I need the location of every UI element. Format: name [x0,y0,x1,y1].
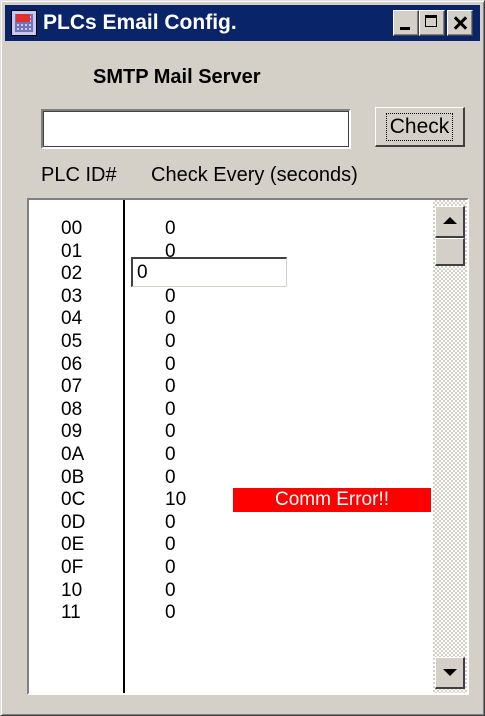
plc-id-cell: 0C [61,489,86,511]
check-every-edit-field[interactable] [131,257,287,288]
table-row[interactable]: 0A 0 [29,444,429,466]
minimize-icon[interactable] [393,10,419,36]
plc-id-cell: 10 [61,579,83,601]
scrollbar-thumb[interactable] [435,238,465,266]
maximize-icon[interactable] [419,10,445,36]
plc-id-cell: 0B [61,466,85,488]
plc-id-cell: 01 [61,240,83,262]
vertical-scrollbar[interactable] [433,200,467,693]
check-every-cell[interactable]: 0 [165,354,176,376]
plc-id-cell: 0A [61,444,85,465]
check-every-cell[interactable]: 0 [165,286,176,308]
title-bar[interactable]: PLCs Email Config. [5,5,480,41]
check-every-cell[interactable]: 10 [165,489,186,511]
table-row[interactable]: 00 0 [29,218,429,240]
check-every-cell[interactable]: 0 [165,580,176,602]
check-button-label: Check [385,112,454,141]
table-row[interactable]: 0E 0 [29,534,429,556]
table-row[interactable]: 0F 0 [29,557,429,579]
plc-id-column-header: PLC ID# [41,164,117,186]
plc-id-cell: 02 [61,263,83,285]
check-every-cell[interactable]: 0 [165,218,176,240]
plc-list[interactable]: 000010020300400500600700800900A00B00C10C… [27,198,469,695]
table-row[interactable]: 0C 10 Comm Error!! [29,488,431,513]
check-every-cell[interactable]: 0 [165,399,176,421]
check-every-cell[interactable]: 0 [165,444,176,466]
table-row[interactable]: 03 0 [29,286,429,308]
table-row[interactable]: 07 0 [29,376,429,398]
table-row[interactable]: 05 0 [29,331,429,353]
check-every-cell[interactable]: 0 [165,376,176,398]
close-icon[interactable] [447,10,473,36]
check-every-column-header: Check Every (seconds) [151,164,358,186]
plc-id-cell: 00 [61,218,83,239]
plc-id-cell: 05 [61,331,83,352]
plc-id-cell: 11 [61,602,81,624]
table-row[interactable]: 11 0 [29,602,429,624]
scroll-down-icon[interactable] [435,657,465,689]
table-row[interactable]: 0B 0 [29,467,429,489]
check-every-cell[interactable]: 0 [165,467,176,489]
check-every-cell[interactable]: 0 [165,557,176,579]
check-button[interactable]: Check [375,107,465,147]
table-row[interactable]: 02 [29,257,429,288]
app-icon[interactable] [11,10,37,36]
table-row[interactable]: 09 0 [29,421,429,443]
check-every-cell[interactable]: 0 [165,602,176,624]
plc-id-cell: 03 [61,285,83,307]
plc-email-config-window: PLCs Email Config. SMTP Mail Server Chec… [0,0,485,716]
check-every-cell[interactable]: 0 [165,534,176,556]
smtp-server-label: SMTP Mail Server [93,66,261,88]
plc-id-cell: 0E [61,534,85,556]
plc-id-cell: 08 [61,398,83,420]
table-row[interactable]: 04 0 [29,308,429,330]
table-row[interactable]: 08 0 [29,399,429,421]
table-row[interactable]: 0D 0 [29,512,429,534]
table-row[interactable]: 10 0 [29,580,429,602]
scroll-up-icon[interactable] [435,206,465,238]
check-every-cell[interactable]: 0 [165,421,176,443]
plc-id-cell: 09 [61,421,83,443]
check-every-cell[interactable]: 0 [165,512,176,534]
check-every-cell[interactable]: 0 [165,308,176,330]
plc-id-cell: 06 [61,353,83,375]
comm-error-badge: Comm Error!! [233,488,431,513]
plc-id-cell: 04 [61,308,83,330]
window-title: PLCs Email Config. [43,11,237,34]
plc-id-cell: 0F [61,557,84,578]
plc-id-cell: 07 [61,376,83,398]
smtp-server-input[interactable] [41,109,351,149]
check-every-cell[interactable]: 0 [165,331,176,353]
table-row[interactable]: 06 0 [29,354,429,376]
plc-id-cell: 0D [61,511,86,533]
